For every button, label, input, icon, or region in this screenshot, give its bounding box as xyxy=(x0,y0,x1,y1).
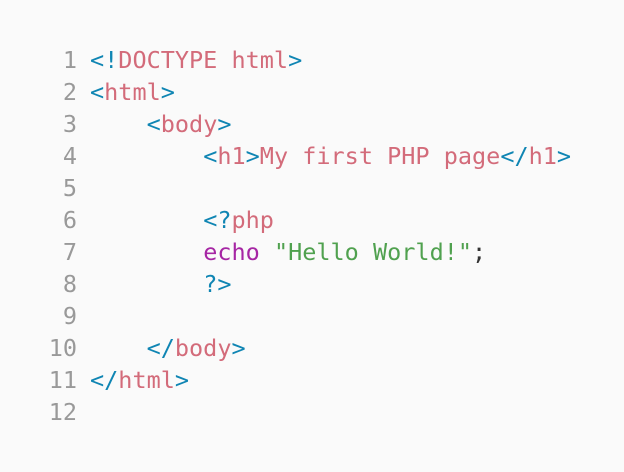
line-number: 7 xyxy=(62,238,77,266)
code-token: body xyxy=(174,334,232,362)
code-line[interactable]: 9 xyxy=(0,300,624,332)
code-line[interactable]: 1 <!DOCTYPE html> xyxy=(0,44,624,76)
code-line[interactable]: 3 <body> xyxy=(0,108,624,140)
code-token: < xyxy=(203,142,218,170)
code-token: </ xyxy=(500,142,529,170)
code-line[interactable]: 12 xyxy=(0,396,624,428)
code-editor[interactable]: 1 <!DOCTYPE html> 2 <html> 3 <body> 4 <h1>My … xyxy=(0,0,624,472)
code-text[interactable]: <html> xyxy=(77,76,175,108)
code-token: h1 xyxy=(528,142,557,170)
code-token: < xyxy=(146,110,161,138)
code-token: > xyxy=(160,78,175,106)
line-number: 4 xyxy=(62,142,77,170)
code-line[interactable]: 11 </html> xyxy=(0,364,624,396)
code-token: "Hello World!" xyxy=(273,238,473,266)
code-token: ?> xyxy=(203,270,232,298)
code-token: echo xyxy=(203,238,260,266)
code-text[interactable] xyxy=(77,396,90,428)
code-token: ; xyxy=(472,238,487,266)
code-token: > xyxy=(174,366,190,394)
code-text[interactable]: </body> xyxy=(77,332,246,364)
code-text[interactable]: echo "Hello World!"; xyxy=(77,236,486,268)
code-token: > xyxy=(245,142,260,170)
code-line[interactable]: 7 echo "Hello World!"; xyxy=(0,236,624,268)
line-number: 3 xyxy=(62,110,77,138)
line-number: 1 xyxy=(62,46,77,74)
code-token: </ xyxy=(146,334,175,362)
line-number: 12 xyxy=(48,398,77,426)
code-text[interactable] xyxy=(77,172,90,204)
code-text[interactable] xyxy=(77,300,90,332)
line-number: 5 xyxy=(62,174,77,202)
code-text[interactable]: ?> xyxy=(77,268,231,300)
line-number: 6 xyxy=(62,206,77,234)
code-line[interactable]: 5 xyxy=(0,172,624,204)
line-number: 11 xyxy=(48,366,77,394)
code-token: > xyxy=(556,142,572,170)
code-text[interactable]: <!DOCTYPE html> xyxy=(77,44,302,76)
code-text[interactable]: <body> xyxy=(77,108,232,140)
line-number: 8 xyxy=(62,270,77,298)
code-token: <! xyxy=(90,46,119,74)
line-number: 10 xyxy=(48,334,77,362)
code-line[interactable]: 6 <?php xyxy=(0,204,624,236)
code-line[interactable]: 4 <h1>My first PHP page</h1> xyxy=(0,140,624,172)
code-text[interactable]: <h1>My first PHP page</h1> xyxy=(77,140,571,172)
line-number: 9 xyxy=(62,302,77,330)
code-token: html xyxy=(104,78,161,106)
code-line[interactable]: 8 ?> xyxy=(0,268,624,300)
code-line[interactable]: 10 </body> xyxy=(0,332,624,364)
line-number: 2 xyxy=(62,78,77,106)
code-token: DOCTYPE html xyxy=(118,46,289,74)
code-token: <? xyxy=(203,206,232,234)
code-token: > xyxy=(288,46,303,74)
code-token: html xyxy=(118,366,175,394)
code-token: My first PHP page xyxy=(259,142,501,170)
code-token: h1 xyxy=(217,142,246,170)
code-token: body xyxy=(160,110,218,138)
code-token: < xyxy=(90,78,105,106)
code-text[interactable]: <?php xyxy=(77,204,274,236)
code-text[interactable]: </html> xyxy=(77,364,189,396)
code-token: php xyxy=(231,206,274,234)
code-token: > xyxy=(231,334,246,362)
code-line[interactable]: 2 <html> xyxy=(0,76,624,108)
code-token: </ xyxy=(90,366,119,394)
code-token: > xyxy=(217,110,232,138)
